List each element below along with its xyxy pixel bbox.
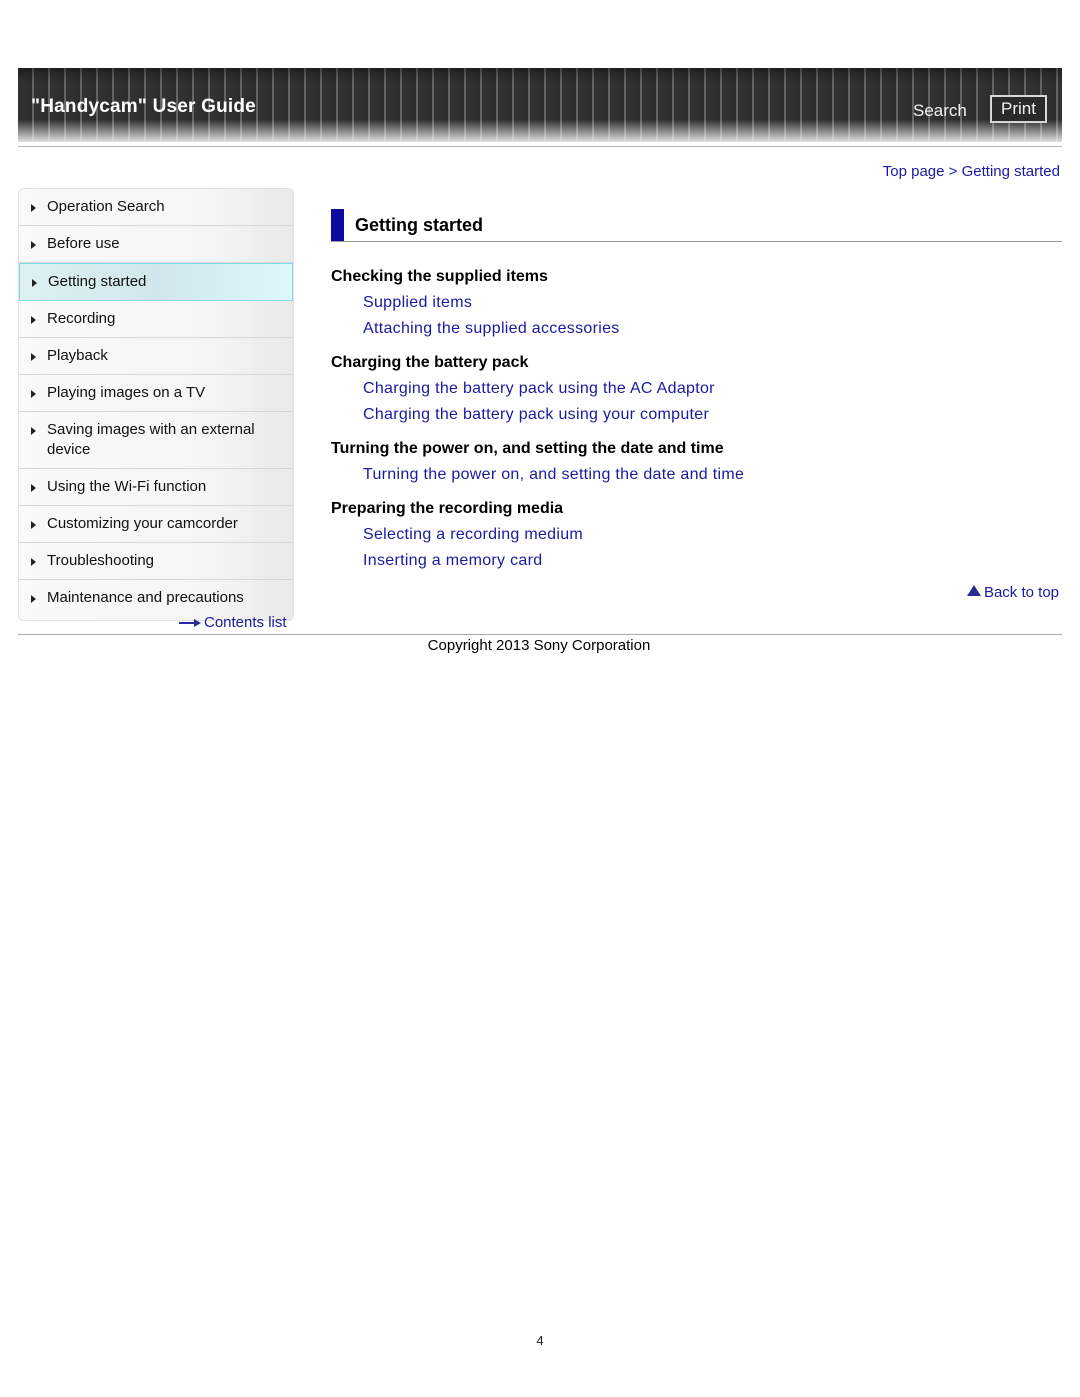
page-title: Getting started bbox=[355, 215, 484, 235]
footer-divider bbox=[18, 634, 1062, 635]
sidebar-item-label: Operation Search bbox=[47, 198, 165, 215]
triangle-right-icon bbox=[31, 595, 36, 603]
link-supplied-items[interactable]: Supplied items bbox=[363, 293, 620, 313]
sidebar-item-customizing[interactable]: Customizing your camcorder bbox=[19, 506, 293, 543]
sidebar-item-troubleshooting[interactable]: Troubleshooting bbox=[19, 543, 293, 580]
sidebar-nav: Operation Search Before use Getting star… bbox=[18, 188, 294, 621]
link-selecting-medium[interactable]: Selecting a recording medium bbox=[363, 525, 583, 545]
section-title: Turning the power on, and setting the da… bbox=[331, 440, 724, 457]
sidebar-item-label: Recording bbox=[47, 310, 116, 327]
section-title: Checking the supplied items bbox=[331, 268, 548, 285]
breadcrumb-separator: > bbox=[948, 163, 962, 180]
app-title: "Handycam" User Guide bbox=[31, 96, 256, 117]
triangle-right-icon bbox=[31, 521, 36, 529]
heading-accent-bar bbox=[331, 209, 344, 241]
section-recording-media: Preparing the recording media Selecting … bbox=[331, 499, 583, 571]
breadcrumb-getting-started[interactable]: Getting started bbox=[962, 163, 1060, 180]
sidebar-item-before-use[interactable]: Before use bbox=[19, 226, 293, 263]
triangle-right-icon bbox=[31, 353, 36, 361]
back-to-top-label: Back to top bbox=[983, 584, 1059, 601]
triangle-up-icon bbox=[966, 585, 981, 596]
page-heading: Getting started bbox=[331, 209, 1062, 242]
sidebar-item-recording[interactable]: Recording bbox=[19, 301, 293, 338]
link-inserting-memory-card[interactable]: Inserting a memory card bbox=[363, 551, 583, 571]
arrow-right-icon bbox=[179, 618, 201, 628]
sidebar-item-playing-images-on-tv[interactable]: Playing images on a TV bbox=[19, 375, 293, 412]
section-checking-supplied-items: Checking the supplied items Supplied ite… bbox=[331, 267, 620, 339]
link-attaching-accessories[interactable]: Attaching the supplied accessories bbox=[363, 319, 620, 339]
sidebar-item-label: Saving images with an external device bbox=[47, 421, 255, 458]
triangle-right-icon bbox=[32, 279, 37, 287]
sidebar-item-getting-started[interactable]: Getting started bbox=[19, 263, 293, 301]
triangle-right-icon bbox=[31, 316, 36, 324]
back-to-top-link[interactable]: Back to top bbox=[966, 584, 1059, 601]
sidebar-item-label: Before use bbox=[47, 235, 120, 252]
sidebar-item-saving-images[interactable]: Saving images with an external device bbox=[19, 412, 293, 469]
breadcrumb-top-page[interactable]: Top page bbox=[883, 163, 945, 180]
sidebar-item-playback[interactable]: Playback bbox=[19, 338, 293, 375]
sidebar-item-label: Maintenance and precautions bbox=[47, 589, 244, 606]
section-charging-battery: Charging the battery pack Charging the b… bbox=[331, 353, 715, 425]
link-charging-ac-adaptor[interactable]: Charging the battery pack using the AC A… bbox=[363, 379, 715, 399]
search-link[interactable]: Search bbox=[913, 101, 967, 121]
sidebar-item-label: Using the Wi-Fi function bbox=[47, 478, 207, 495]
section-power-date-time: Turning the power on, and setting the da… bbox=[331, 439, 744, 485]
link-charging-computer[interactable]: Charging the battery pack using your com… bbox=[363, 405, 715, 425]
sidebar-item-label: Customizing your camcorder bbox=[47, 515, 238, 532]
header-divider bbox=[18, 146, 1062, 147]
copyright-text: Copyright 2013 Sony Corporation bbox=[427, 637, 651, 654]
triangle-right-icon bbox=[31, 427, 36, 435]
triangle-right-icon bbox=[31, 204, 36, 212]
print-button[interactable]: Print bbox=[990, 95, 1047, 123]
header-banner: "Handycam" User Guide Search Print bbox=[18, 68, 1062, 142]
link-power-date-time[interactable]: Turning the power on, and setting the da… bbox=[363, 465, 744, 485]
sidebar-item-label: Getting started bbox=[48, 273, 147, 290]
contents-list-label: Contents list bbox=[204, 614, 287, 631]
page-number: 4 bbox=[536, 1333, 544, 1348]
sidebar-item-label: Playback bbox=[47, 347, 108, 364]
section-title: Preparing the recording media bbox=[331, 500, 564, 517]
sidebar-item-label: Troubleshooting bbox=[47, 552, 155, 569]
triangle-right-icon bbox=[31, 484, 36, 492]
sidebar-item-wifi-function[interactable]: Using the Wi-Fi function bbox=[19, 469, 293, 506]
triangle-right-icon bbox=[31, 241, 36, 249]
sidebar-item-operation-search[interactable]: Operation Search bbox=[19, 189, 293, 226]
section-title: Charging the battery pack bbox=[331, 354, 529, 371]
breadcrumb: Top page > Getting started bbox=[883, 163, 1060, 180]
contents-list-link[interactable]: Contents list bbox=[179, 614, 287, 631]
triangle-right-icon bbox=[31, 390, 36, 398]
sidebar-item-label: Playing images on a TV bbox=[47, 384, 206, 401]
triangle-right-icon bbox=[31, 558, 36, 566]
